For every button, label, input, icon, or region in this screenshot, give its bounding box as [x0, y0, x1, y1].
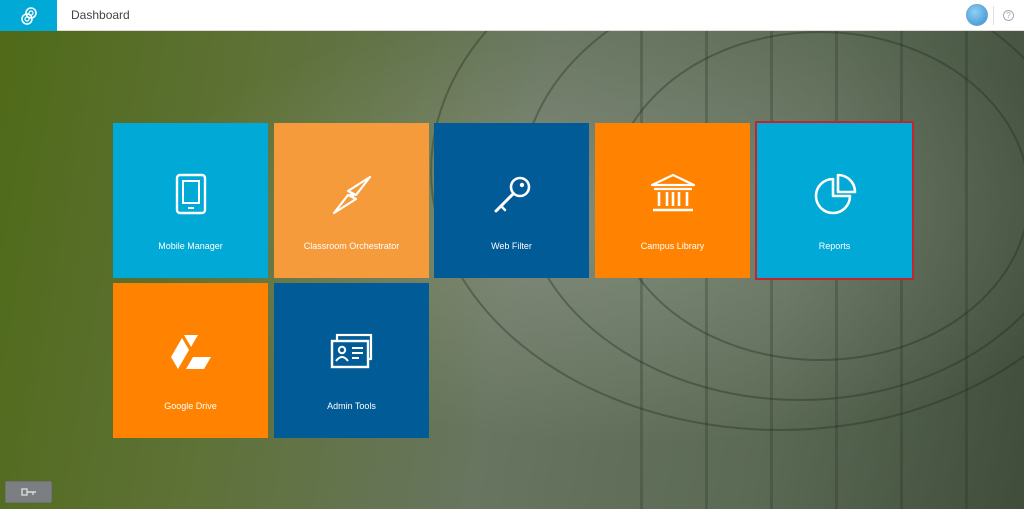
key-button[interactable]	[5, 481, 52, 503]
tile-google-drive[interactable]: Google Drive	[113, 283, 268, 438]
apps-logo-icon[interactable]	[0, 0, 57, 31]
header-divider	[993, 6, 994, 25]
tile-mobile-manager[interactable]: Mobile Manager	[113, 123, 268, 278]
pie-chart-icon	[812, 173, 858, 224]
tablet-icon	[174, 173, 208, 220]
compass-icon	[330, 173, 374, 222]
google-drive-icon	[169, 333, 213, 378]
help-icon[interactable]: ?	[1003, 10, 1014, 21]
tile-web-filter[interactable]: Web Filter	[434, 123, 589, 278]
page-title: Dashboard	[71, 8, 130, 22]
id-card-icon	[329, 333, 375, 374]
tile-reports[interactable]: Reports	[755, 121, 914, 280]
tile-label: Reports	[818, 241, 851, 251]
library-building-icon	[650, 173, 696, 220]
tile-label: Mobile Manager	[158, 241, 223, 251]
user-avatar-icon[interactable]	[966, 4, 988, 26]
tile-label: Web Filter	[491, 241, 532, 251]
tile-campus-library[interactable]: Campus Library	[595, 123, 750, 278]
tile-classroom-orchestrator[interactable]: Classroom Orchestrator	[274, 123, 429, 278]
key-icon	[20, 483, 37, 501]
top-bar: Dashboard ?	[0, 0, 1024, 31]
tile-admin-tools[interactable]: Admin Tools	[274, 283, 429, 438]
tile-label: Google Drive	[164, 401, 217, 411]
tile-label: Campus Library	[640, 241, 705, 251]
tile-label: Classroom Orchestrator	[303, 241, 400, 251]
key-icon	[490, 173, 534, 222]
tile-label: Admin Tools	[327, 401, 376, 411]
